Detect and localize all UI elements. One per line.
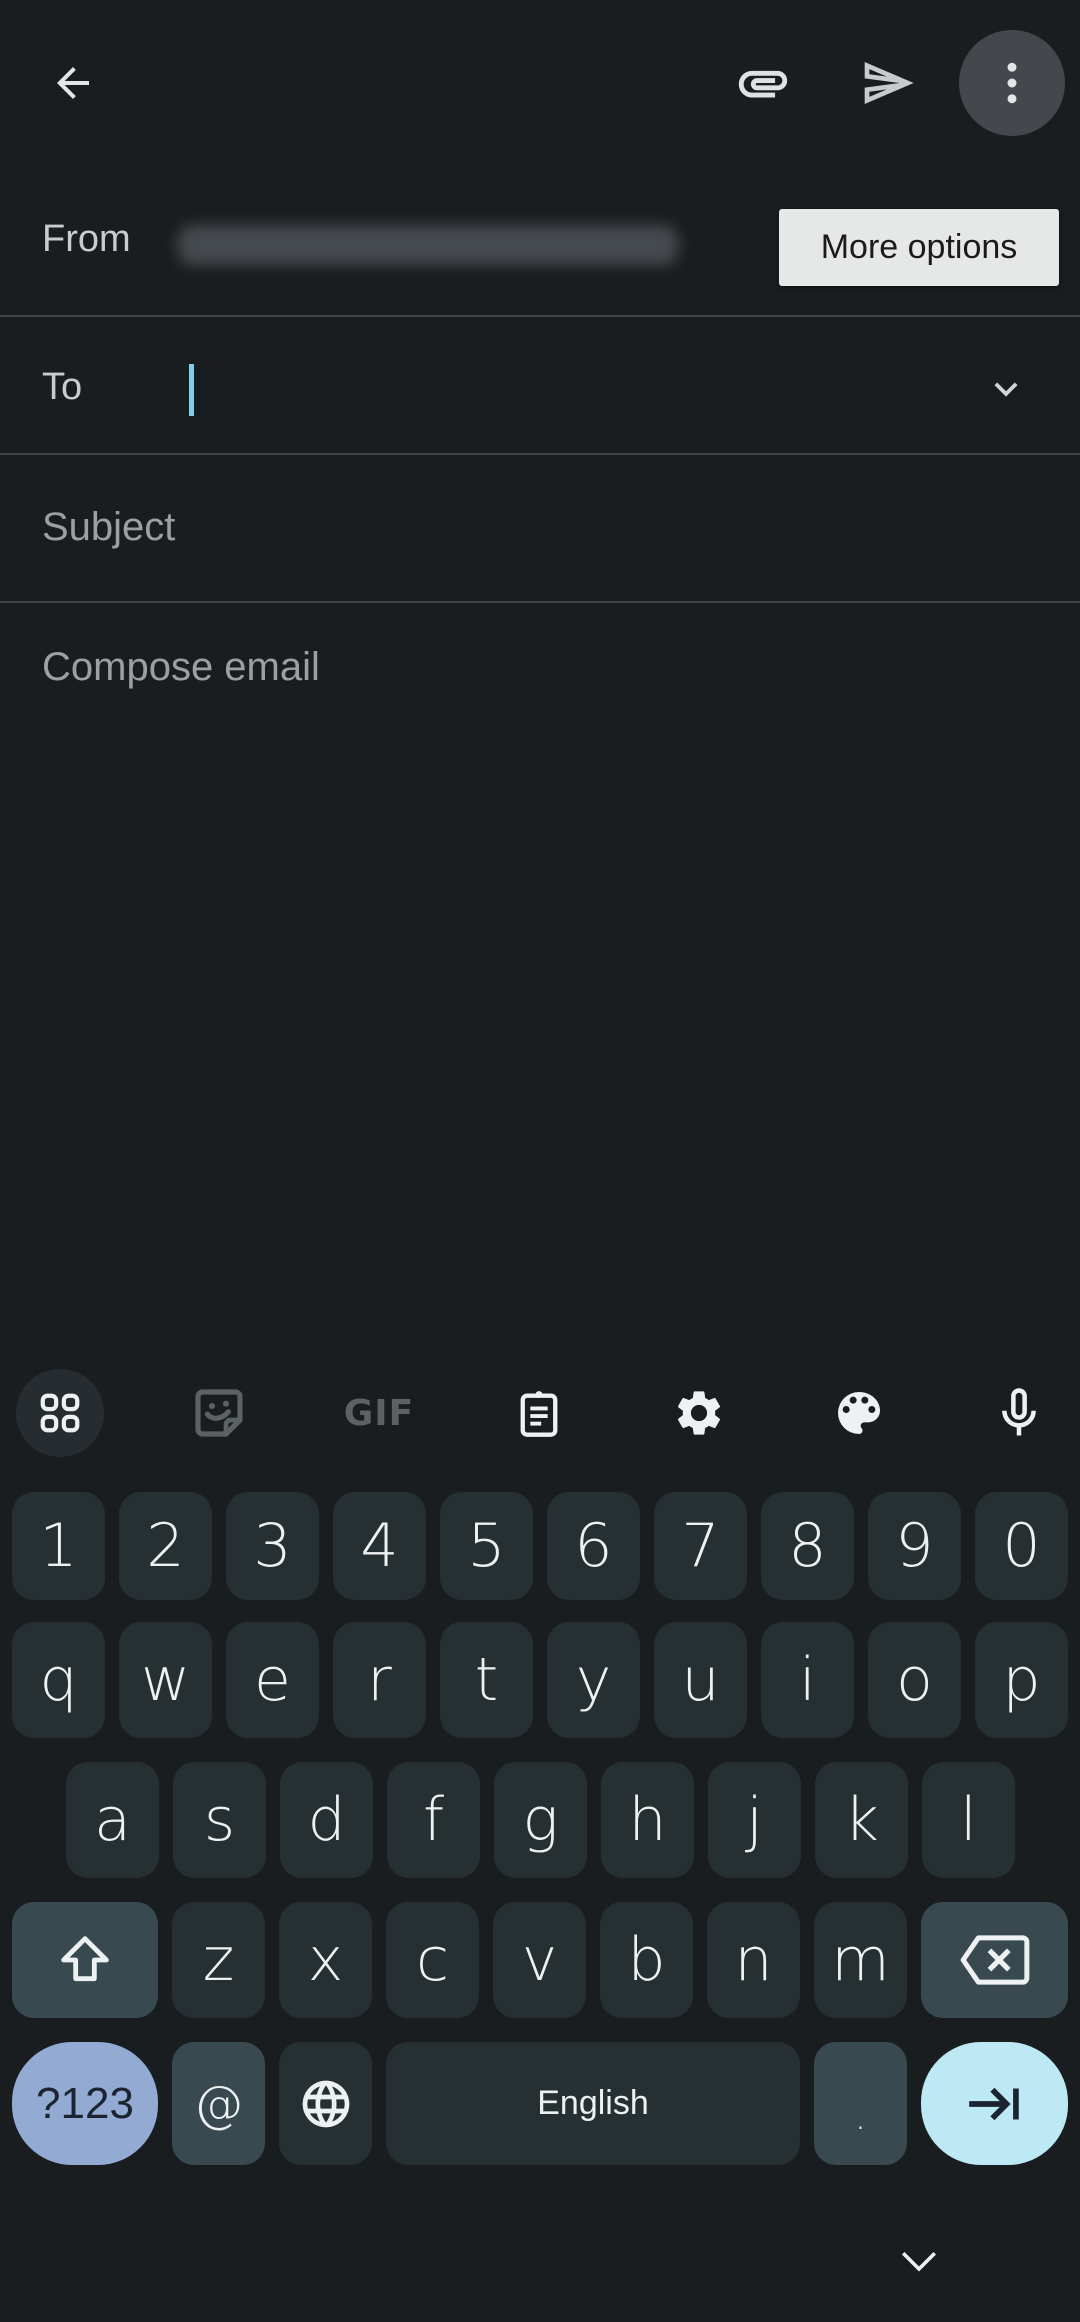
toolbar-settings-button[interactable] — [655, 1369, 743, 1457]
letter-key-k[interactable]: k — [815, 1762, 908, 1878]
period-label: . — [854, 2092, 867, 2139]
number-key-0[interactable]: 0 — [975, 1492, 1068, 1600]
letter-key-f[interactable]: f — [387, 1762, 480, 1878]
number-key-3[interactable]: 3 — [226, 1492, 319, 1600]
settings-icon — [677, 1391, 721, 1435]
letter-key-u[interactable]: u — [654, 1622, 747, 1738]
body-input[interactable]: Compose email — [42, 645, 320, 690]
letter-key-a[interactable]: a — [66, 1762, 159, 1878]
space-key[interactable]: English — [386, 2042, 800, 2165]
toolbar-theme-button[interactable] — [815, 1369, 903, 1457]
divider — [0, 453, 1080, 455]
send-icon — [864, 62, 914, 104]
hide-keyboard-button[interactable] — [879, 2220, 959, 2300]
language-key[interactable] — [279, 2042, 372, 2165]
next-field-key[interactable] — [921, 2042, 1068, 2165]
gif-icon: GIF — [343, 1392, 415, 1434]
letter-key-z[interactable]: z — [172, 1902, 265, 2018]
to-label: To — [42, 366, 83, 408]
number-key-1[interactable]: 1 — [12, 1492, 105, 1600]
to-expand-button[interactable] — [975, 358, 1037, 420]
more-vert-icon — [1007, 62, 1017, 104]
number-key-5[interactable]: 5 — [440, 1492, 533, 1600]
period-key[interactable]: . — [814, 2042, 907, 2165]
number-key-6[interactable]: 6 — [547, 1492, 640, 1600]
letter-key-i[interactable]: i — [761, 1622, 854, 1738]
letter-key-g[interactable]: g — [494, 1762, 587, 1878]
chevron-down-icon — [994, 382, 1018, 397]
globe-icon — [302, 2080, 349, 2127]
letter-key-b[interactable]: b — [600, 1902, 693, 2018]
toolbar-apps-button[interactable] — [16, 1369, 104, 1457]
back-button[interactable] — [33, 43, 113, 123]
paperclip-icon — [738, 70, 788, 98]
letter-key-n[interactable]: n — [707, 1902, 800, 2018]
letter-key-h[interactable]: h — [601, 1762, 694, 1878]
letter-key-y[interactable]: y — [547, 1622, 640, 1738]
to-input[interactable] — [180, 330, 950, 450]
shift-key[interactable] — [12, 1902, 158, 2018]
at-key[interactable]: @ — [172, 2042, 265, 2165]
letter-key-d[interactable]: d — [280, 1762, 373, 1878]
letter-key-w[interactable]: w — [119, 1622, 212, 1738]
more-options-button[interactable] — [959, 30, 1065, 136]
apps-grid-icon — [40, 1393, 80, 1433]
backspace-key[interactable] — [921, 1902, 1068, 2018]
toolbar-voice-button[interactable] — [975, 1369, 1063, 1457]
letter-key-q[interactable]: q — [12, 1622, 105, 1738]
backspace-icon — [960, 1935, 1029, 1985]
letter-key-s[interactable]: s — [173, 1762, 266, 1878]
chevron-down-icon — [901, 2251, 937, 2272]
more-options-tooltip: More options — [779, 209, 1059, 286]
symbols-key[interactable]: ?123 — [12, 2042, 158, 2165]
letter-key-o[interactable]: o — [868, 1622, 961, 1738]
letter-key-e[interactable]: e — [226, 1622, 319, 1738]
letter-key-l[interactable]: l — [922, 1762, 1015, 1878]
toolbar-sticker-button[interactable] — [175, 1369, 263, 1457]
toolbar-gif-button[interactable]: GIF — [335, 1369, 423, 1457]
letter-key-p[interactable]: p — [975, 1622, 1068, 1738]
text-cursor — [189, 364, 194, 416]
letter-key-x[interactable]: x — [279, 1902, 372, 2018]
divider — [0, 315, 1080, 317]
tab-next-icon — [968, 2087, 1019, 2120]
palette-icon — [838, 1392, 880, 1434]
send-button[interactable] — [848, 43, 928, 123]
number-key-7[interactable]: 7 — [654, 1492, 747, 1600]
letter-key-m[interactable]: m — [814, 1902, 907, 2018]
subject-input[interactable]: Subject — [42, 505, 175, 550]
microphone-icon — [1002, 1388, 1036, 1436]
number-key-8[interactable]: 8 — [761, 1492, 854, 1600]
letter-key-r[interactable]: r — [333, 1622, 426, 1738]
attach-button[interactable] — [723, 43, 803, 123]
divider — [0, 601, 1080, 603]
letter-key-c[interactable]: c — [386, 1902, 479, 2018]
letter-key-v[interactable]: v — [493, 1902, 586, 2018]
shift-icon — [61, 1936, 109, 1982]
letter-key-t[interactable]: t — [440, 1622, 533, 1738]
number-key-9[interactable]: 9 — [868, 1492, 961, 1600]
clipboard-icon — [520, 1391, 558, 1437]
arrow-back-icon — [57, 67, 89, 99]
sticker-icon — [195, 1389, 243, 1437]
from-label: From — [42, 218, 131, 260]
toolbar-clipboard-button[interactable] — [495, 1369, 583, 1457]
number-key-4[interactable]: 4 — [333, 1492, 426, 1600]
number-key-2[interactable]: 2 — [119, 1492, 212, 1600]
letter-key-j[interactable]: j — [708, 1762, 801, 1878]
from-account-redacted[interactable] — [178, 225, 678, 265]
